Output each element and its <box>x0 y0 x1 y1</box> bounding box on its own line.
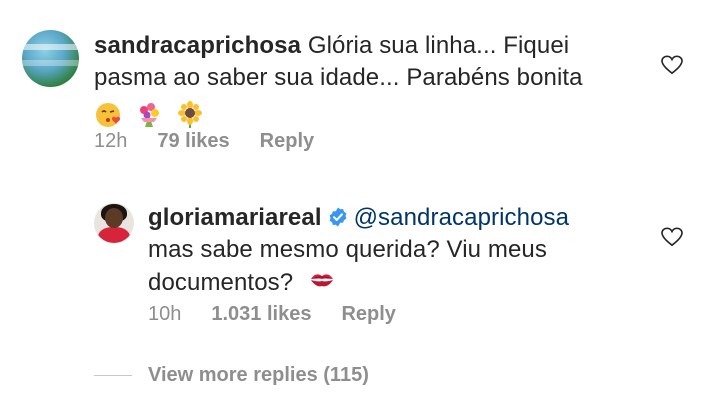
comment-emojis <box>94 98 210 130</box>
reply-likes[interactable]: 1.031 likes <box>211 303 311 326</box>
kiss-mark-icon <box>310 274 333 287</box>
reply-button[interactable]: Reply <box>341 303 395 326</box>
reply-button[interactable]: Reply <box>260 130 314 153</box>
reply-text: mas sabe mesmo querida? Viu meus <box>148 236 547 263</box>
reply-text: documentos? <box>148 269 294 296</box>
face-blowing-kiss-icon <box>96 102 120 127</box>
comment-likes[interactable]: 79 likes <box>157 130 229 153</box>
sunflower-icon <box>177 100 202 128</box>
view-more-replies-label[interactable]: View more replies (115) <box>148 364 369 387</box>
mention-link[interactable]: @sandracaprichosa <box>354 204 570 231</box>
comment-body: sandracaprichosa Glória sua linha... Fiq… <box>94 30 654 130</box>
comment-timestamp[interactable]: 12h <box>94 130 127 153</box>
avatar-pattern <box>22 44 79 50</box>
avatar[interactable] <box>22 30 79 87</box>
comment-text: pasma ao saber sua idade... Parabéns bon… <box>94 64 583 91</box>
reply-username[interactable]: gloriamariareal <box>148 204 322 231</box>
like-heart-icon[interactable] <box>661 55 683 75</box>
verified-badge-icon <box>329 207 346 227</box>
reply-timestamp[interactable]: 10h <box>148 303 181 326</box>
like-heart-icon[interactable] <box>661 227 683 247</box>
reply-body: gloriamariareal @sandracaprichosa mas sa… <box>148 202 648 299</box>
view-more-replies[interactable]: View more replies (115) <box>94 364 369 387</box>
comment-meta: 12h 79 likes Reply <box>94 130 314 153</box>
bouquet-icon <box>139 102 159 127</box>
avatar-shape <box>98 227 130 243</box>
comment-text: Glória sua linha... Fiquei <box>307 32 570 59</box>
comment-username[interactable]: sandracaprichosa <box>94 32 301 59</box>
reply-meta: 10h 1.031 likes Reply <box>148 303 396 326</box>
avatar[interactable] <box>94 203 134 243</box>
avatar-shape <box>105 208 123 228</box>
avatar-pattern <box>22 60 79 66</box>
divider-line <box>94 375 132 376</box>
